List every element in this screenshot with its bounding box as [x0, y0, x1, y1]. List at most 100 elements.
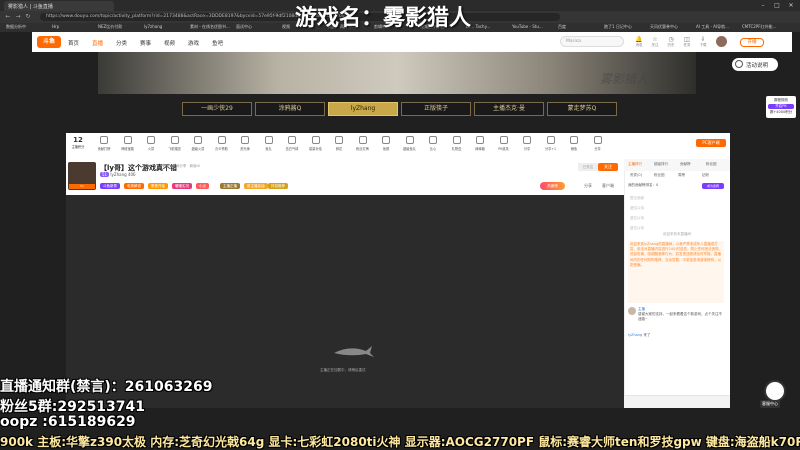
- team-tab[interactable]: 一画少侠29: [182, 102, 252, 116]
- chat-tab[interactable]: 贡献榜: [680, 162, 691, 167]
- bookmark-item[interactable]: ly7zhang: [144, 24, 188, 31]
- gift-item[interactable]: 神秘宝箱: [120, 136, 136, 156]
- download-icon[interactable]: ⇩ 下载: [696, 36, 710, 50]
- gift-item[interactable]: 礼物盒: [449, 136, 465, 156]
- chat-tab[interactable]: 粉丝团: [706, 162, 717, 167]
- nav-item[interactable]: 直播: [92, 39, 103, 47]
- room-badge[interactable]: 斗鱼新秀: [100, 183, 120, 189]
- room-badge[interactable]: 主播正播: [220, 183, 240, 189]
- bookmark-item[interactable]: 面试中心: [236, 24, 280, 31]
- bookmark-item[interactable]: 天风优惠券中心: [650, 24, 694, 31]
- nav-item[interactable]: 首页: [68, 39, 79, 47]
- gift-item[interactable]: 分享: [519, 136, 535, 156]
- activity-rules-button[interactable]: 活动说明: [732, 58, 778, 71]
- gift-item[interactable]: 能量补给: [308, 136, 324, 156]
- gift-item[interactable]: 荧光棒: [237, 136, 253, 156]
- streamer-name[interactable]: lyZhang: [110, 172, 126, 177]
- banner-title: 雾影猎人: [600, 72, 649, 86]
- pk-button[interactable]: 开启PK: [768, 104, 794, 109]
- gift-item[interactable]: PK道具: [496, 136, 512, 156]
- streamer-avatar[interactable]: 51: [68, 162, 96, 190]
- nav-item[interactable]: 赛事: [140, 39, 151, 47]
- room-badge[interactable]: 小瓜: [196, 183, 209, 189]
- chat-subtab[interactable]: 周榜: [678, 173, 685, 178]
- gift-label: 鲜花: [335, 147, 343, 151]
- bookmark-item[interactable]: CMTC2PF红外能...: [742, 24, 786, 31]
- team-tab[interactable]: 主播杰克·曼: [474, 102, 544, 116]
- room-badge[interactable]: 暖暖实况: [172, 183, 192, 189]
- chat-user-avatar[interactable]: [628, 307, 636, 315]
- bookmark-item[interactable]: NEZ比价付款: [98, 24, 142, 31]
- gift-item[interactable]: 办卡赞助: [214, 136, 230, 156]
- bookmark-item[interactable]: 素材 - 在线名优图书...: [190, 24, 234, 31]
- gift-icon: [194, 136, 202, 144]
- gift-item[interactable]: 贡献打榜: [96, 136, 112, 156]
- gift-item[interactable]: 分享+1: [543, 136, 559, 156]
- gift-item[interactable]: 超级鱼丸: [402, 136, 418, 156]
- share-button[interactable]: 分享: [584, 183, 592, 189]
- gift-item[interactable]: 棒棒糖: [472, 136, 488, 156]
- event-side-widget[interactable]: 赛程规则 开启PK 赛+4000积分: [766, 96, 796, 118]
- gift-item[interactable]: 飞机赠送: [167, 136, 183, 156]
- gift-item[interactable]: 鲸鱼: [566, 136, 582, 156]
- gift-item[interactable]: 分享: [590, 136, 606, 156]
- back-icon[interactable]: ←: [4, 13, 12, 21]
- minimize-icon[interactable]: –: [758, 2, 768, 10]
- bookmark-item[interactable]: 跑了1 日记中心: [604, 24, 648, 31]
- team-tab[interactable]: lyZhang: [328, 102, 398, 116]
- gift-item[interactable]: 告白气球: [284, 136, 300, 156]
- bookmark-item[interactable]: AI 工具 - AI导航...: [696, 24, 740, 31]
- maximize-icon[interactable]: □: [772, 2, 782, 10]
- room-badge[interactable]: 好游推荐: [268, 183, 288, 189]
- search-input[interactable]: Marisa: [560, 36, 624, 47]
- become-vip-button[interactable]: 成为贵宾: [702, 183, 724, 189]
- chat-tab[interactable]: 超级排行: [654, 162, 668, 167]
- room-badge[interactable]: 蛋蛋开始: [148, 183, 168, 189]
- room-meta[interactable]: 举报 · 房间分享 · 新版UI: [162, 164, 200, 169]
- bookmark-item[interactable]: YouTube - Stu...: [512, 24, 556, 31]
- reload-icon[interactable]: ↻: [24, 13, 32, 21]
- site-logo[interactable]: 斗鱼: [37, 36, 61, 48]
- client-button[interactable]: 客户端: [602, 183, 614, 189]
- gift-item[interactable]: 超级火箭: [190, 136, 206, 156]
- gift-item[interactable]: 比心: [425, 136, 441, 156]
- chat-subtab[interactable]: 贵宾(0): [630, 173, 642, 178]
- forward-icon[interactable]: →: [14, 13, 22, 21]
- nav-item[interactable]: 视频: [164, 39, 175, 47]
- gift-item[interactable]: 火箭: [143, 136, 159, 156]
- gift-item[interactable]: 鱼翅: [378, 136, 394, 156]
- bookmark-item[interactable]: 百度: [558, 24, 602, 31]
- nav-item[interactable]: 分类: [116, 39, 127, 47]
- open-live-button[interactable]: 开播: [740, 38, 764, 47]
- nav-item[interactable]: 鱼吧: [212, 39, 223, 47]
- customer-service-label[interactable]: 客服中心: [760, 400, 780, 408]
- chat-subtab[interactable]: 钻粉: [702, 173, 709, 178]
- gift-icon[interactable]: ◫ 任务: [680, 36, 694, 50]
- overlay-notify-group: 直播通知群(禁言)：261063269: [0, 379, 213, 395]
- chat-subtab[interactable]: 粉丝团: [654, 173, 665, 178]
- chat-tab[interactable]: 主播排行: [628, 162, 642, 167]
- room-badge[interactable]: 电竞解说: [124, 183, 144, 189]
- chat-input[interactable]: [624, 395, 730, 408]
- gift-item[interactable]: 粉丝灯牌: [355, 136, 371, 156]
- user-avatar[interactable]: [716, 36, 727, 47]
- gift-item[interactable]: 鲜花: [331, 136, 347, 156]
- close-icon[interactable]: ✕: [786, 2, 796, 10]
- team-tab[interactable]: 涂鸦酱Q: [255, 102, 325, 116]
- bookmark-item[interactable]: Hrp: [52, 24, 96, 31]
- browser-tab[interactable]: 雾影猎人 | 斗鱼直播: [4, 1, 114, 11]
- bell-icon[interactable]: 🔔 消息: [632, 36, 646, 50]
- pc-client-button[interactable]: PC客户端: [696, 139, 726, 147]
- room-badge[interactable]: 新主播加油: [244, 183, 268, 189]
- hot-rank-badge[interactable]: 热度榜: [540, 182, 565, 190]
- customer-service-icon[interactable]: [764, 380, 786, 402]
- history-icon[interactable]: ◷ 历史: [664, 36, 678, 50]
- team-tab[interactable]: 正版筷子: [401, 102, 471, 116]
- star-icon[interactable]: ☆ 关注: [648, 36, 662, 50]
- follow-button[interactable]: 关注: [598, 163, 618, 171]
- team-tab[interactable]: 蒙走梦苏Q: [547, 102, 617, 116]
- nav-item[interactable]: 游戏: [188, 39, 199, 47]
- unfollow-button[interactable]: 已关注: [578, 163, 598, 171]
- bookmark-item[interactable]: 数据分析中: [6, 24, 50, 31]
- gift-item[interactable]: 鱼丸: [261, 136, 277, 156]
